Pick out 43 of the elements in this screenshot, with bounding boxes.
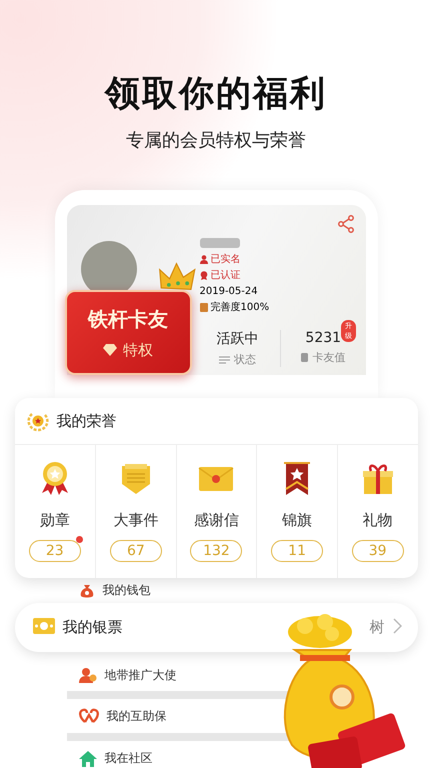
vip-subtitle: 特权 [123, 340, 153, 360]
headline: 领取你的福利 [105, 73, 327, 116]
honor-item[interactable]: 礼物 39 [336, 445, 418, 578]
profile-status-label: 2019-05-24 [200, 285, 258, 299]
money-bag-icon [78, 582, 94, 598]
honor-item[interactable]: 锦旗 11 [256, 445, 337, 578]
ticket-row[interactable]: 我的银票 树 [14, 603, 418, 652]
count-pill: 11 [271, 540, 324, 562]
house-icon [78, 750, 96, 767]
stat-label: 卡友值 [312, 350, 346, 365]
profile-status-label: 已认证 [210, 269, 240, 283]
profile-status-label: 已实名 [210, 252, 240, 267]
ticket-label: 我的银票 [62, 618, 122, 637]
honor-item[interactable]: 大事件 67 [95, 445, 176, 578]
count-pill: 67 [110, 540, 162, 562]
section-title: 我的荣誉 [56, 412, 116, 430]
vip-card[interactable]: 铁杆卡友 特权 [64, 290, 192, 375]
count-pill: 39 [352, 540, 404, 562]
share-icon[interactable] [338, 215, 354, 233]
blurred-username [200, 238, 240, 248]
profile-status-label: 完善度100% [210, 300, 270, 315]
honor-item[interactable]: 勋章 23 [14, 445, 96, 578]
pennant-banner-icon [283, 461, 312, 497]
stat-value: 活跃中 [216, 330, 258, 348]
linked-hearts-icon [78, 708, 98, 724]
honor-item[interactable]: 感谢信 132 [176, 445, 256, 578]
diamond-icon [103, 344, 117, 356]
ticket-trailing-text: 树 [370, 618, 384, 637]
gift-box-icon [362, 462, 394, 496]
stat-label: 状态 [234, 352, 256, 367]
envelope-icon [198, 466, 234, 492]
subtitle: 专属的会员特权与荣誉 [126, 129, 306, 153]
laurel-star-icon [26, 410, 48, 432]
chevron-right-icon [392, 618, 402, 634]
menu-row[interactable]: 我的互助保 [66, 698, 256, 734]
menu-row[interactable]: 我的钱包 [66, 578, 366, 603]
banknote-icon [32, 618, 54, 634]
ribbon-icon [200, 271, 208, 280]
person-icon [200, 255, 208, 264]
vip-title: 铁杆卡友 [88, 306, 168, 332]
count-pill: 132 [190, 540, 242, 562]
lines-icon [218, 356, 230, 364]
person-icon [78, 667, 96, 684]
